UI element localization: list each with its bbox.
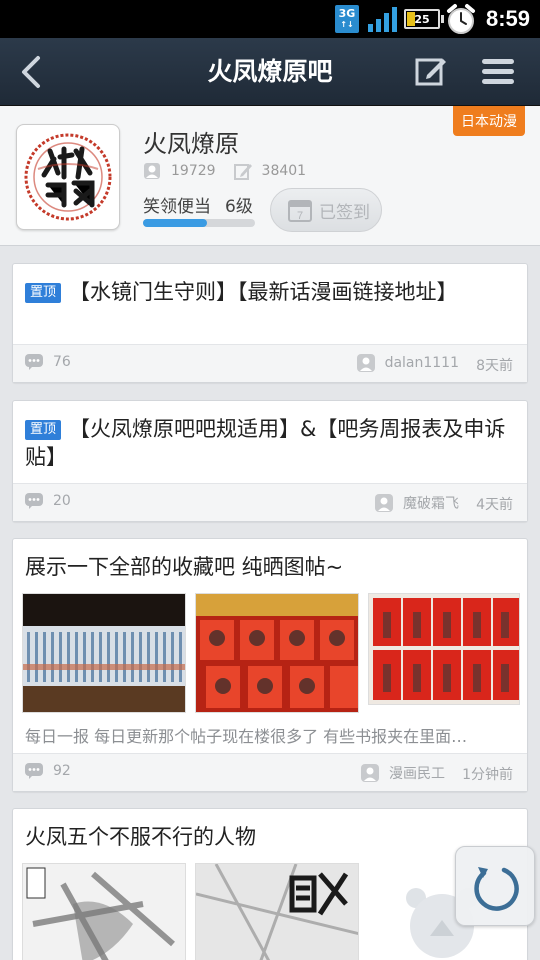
battery-icon: 25 <box>404 0 444 38</box>
forum-logo-seal-icon <box>24 133 112 221</box>
author-name: 漫画民工 <box>389 766 445 782</box>
figure-row-photo <box>369 594 519 704</box>
forum-name: 火凤燎原 <box>143 130 239 158</box>
post-card[interactable]: 置顶 【火凤燎原吧吧规适用】&【吧务周报表及申诉贴】 20 魔破霜飞 4天前 <box>12 400 528 522</box>
post-card[interactable]: 展示一下全部的收藏吧 纯晒图帖~ 每日一报 每日更新那个帖子现在楼很多了 有些书… <box>12 538 528 792</box>
author-icon <box>375 494 393 512</box>
post-footer: 76 dalan1111 8天前 <box>13 344 527 382</box>
signal-icon <box>368 0 397 38</box>
comment-icon <box>25 763 43 779</box>
members-icon <box>144 163 160 179</box>
svg-text:7: 7 <box>297 210 303 222</box>
compose-icon[interactable] <box>414 54 448 88</box>
author-icon <box>356 354 375 372</box>
post-time: 1分钟前 <box>462 767 513 783</box>
pinned-badge: 置顶 <box>25 283 62 303</box>
author-icon <box>361 764 379 782</box>
calendar-icon: 7 <box>288 200 312 222</box>
post-excerpt: 每日一报 每日更新那个帖子现在楼很多了 有些书报夹在里面… <box>25 727 468 746</box>
post-image[interactable] <box>368 593 520 705</box>
post-time: 4天前 <box>476 497 513 513</box>
forum-avatar[interactable] <box>16 124 120 230</box>
manga-page-image <box>196 864 358 960</box>
forum-stats: 19729 38401 <box>143 162 306 180</box>
level-progress-fill <box>143 219 207 227</box>
category-tag[interactable]: 日本动漫 <box>453 106 525 136</box>
post-title: 置顶 【火凤燎原吧吧规适用】&【吧务周报表及申诉贴】 <box>25 417 506 469</box>
manga-page-image <box>23 864 185 960</box>
signin-label: 已签到 <box>319 202 370 223</box>
post-image[interactable] <box>22 593 186 713</box>
user-rank: 笑领便当 6级 <box>143 192 253 217</box>
post-footer: 92 漫画民工 1分钟前 <box>13 753 527 791</box>
comment-count: 20 <box>53 493 71 509</box>
refresh-icon <box>474 867 519 911</box>
post-footer: 20 魔破霜飞 4天前 <box>13 483 527 521</box>
3g-icon: 3G ↑↓ <box>335 0 359 38</box>
status-time: 8:59 <box>486 6 531 31</box>
post-count: 38401 <box>261 163 307 179</box>
menu-icon[interactable] <box>480 56 516 88</box>
member-count: 19729 <box>171 163 216 179</box>
post-title: 展示一下全部的收藏吧 纯晒图帖~ <box>25 555 344 579</box>
battery-level: 25 <box>414 12 430 26</box>
status-bar: 3G ↑↓ 25 8:59 <box>0 0 540 38</box>
rank-title: 笑领便当 <box>143 197 211 217</box>
level-progress-bar <box>143 219 255 227</box>
signin-button[interactable]: 7 已签到 <box>270 188 382 232</box>
rank-level: 6级 <box>225 197 253 217</box>
comment-icon <box>25 493 43 509</box>
red-figure-boxes-photo <box>196 594 358 712</box>
author-name: dalan1111 <box>384 355 459 371</box>
post-time: 8天前 <box>476 358 513 374</box>
post-title: 置顶 【水镜门生守则】【最新话漫画链接地址】 <box>25 278 515 306</box>
post-image[interactable] <box>22 863 186 960</box>
page-title: 火凤燎原吧 <box>207 57 333 86</box>
post-card[interactable]: 置顶 【水镜门生守则】【最新话漫画链接地址】 76 dalan1111 8天前 <box>12 263 528 383</box>
refresh-button[interactable] <box>455 846 535 926</box>
alarm-clock-icon <box>444 0 478 38</box>
author-name: 魔破霜飞 <box>403 496 459 512</box>
pinned-badge: 置顶 <box>25 420 62 440</box>
comment-count: 76 <box>53 354 71 370</box>
comment-count: 92 <box>53 763 71 779</box>
title-bar: 火凤燎原吧 <box>0 38 540 106</box>
posts-icon <box>233 164 252 180</box>
post-image[interactable] <box>195 863 359 960</box>
comment-icon <box>25 354 43 370</box>
post-title: 火凤五个不服不行的人物 <box>25 825 256 849</box>
post-image[interactable] <box>195 593 359 713</box>
manga-shelf-photo <box>23 594 185 712</box>
